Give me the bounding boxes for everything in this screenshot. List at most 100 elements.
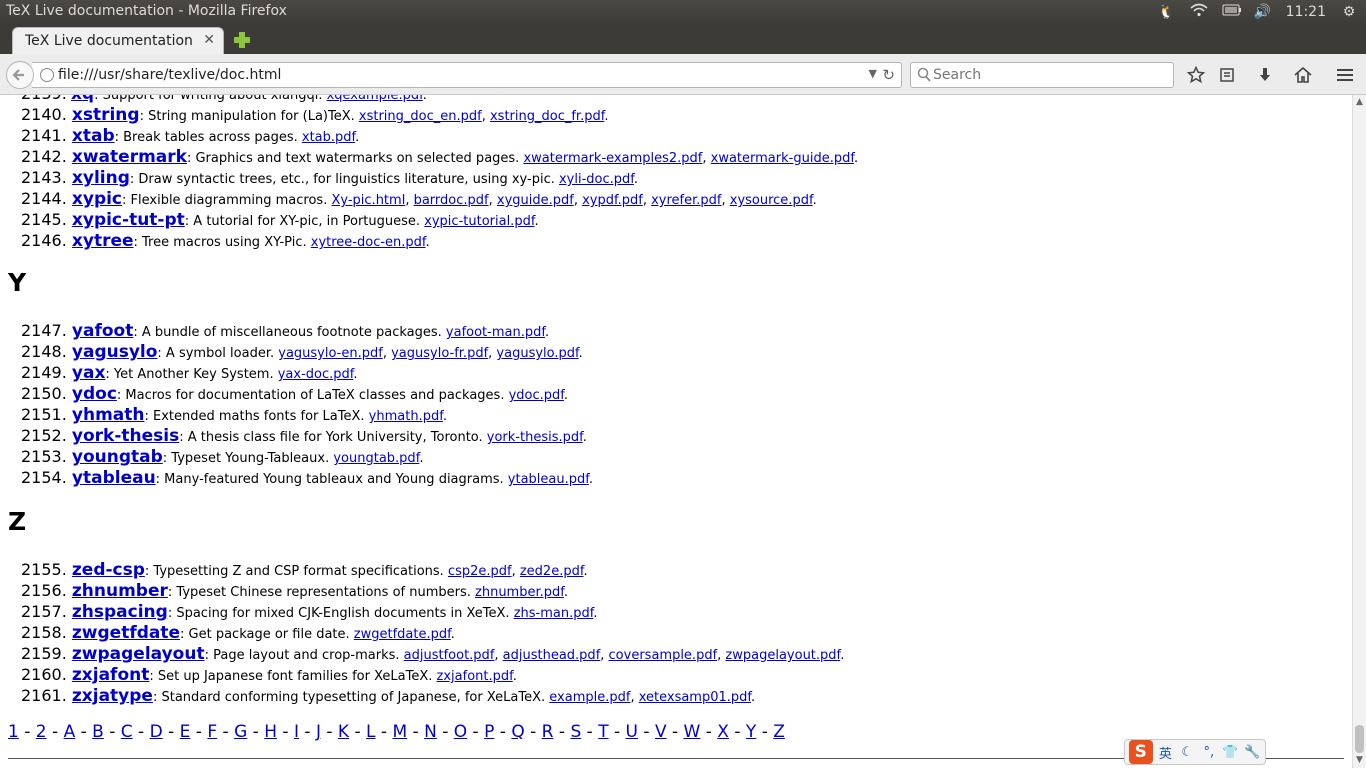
doc-link[interactable]: yagusylo-en.pdf: [278, 346, 383, 361]
letter-nav-link[interactable]: C: [121, 722, 133, 742]
package-link[interactable]: zhspacing: [72, 602, 168, 622]
letter-nav-link[interactable]: T: [598, 722, 608, 742]
letter-nav-link[interactable]: R: [542, 722, 554, 742]
letter-nav-link[interactable]: G: [234, 722, 247, 742]
letter-nav-link[interactable]: M: [392, 722, 407, 742]
letter-nav-link[interactable]: F: [207, 722, 217, 742]
doc-link[interactable]: yax-doc.pdf: [278, 367, 354, 382]
package-link[interactable]: yax: [72, 363, 106, 383]
ime-mode-label[interactable]: 英: [1157, 743, 1175, 762]
scroll-thumb[interactable]: [1355, 725, 1364, 753]
sogou-logo-icon[interactable]: S: [1129, 740, 1153, 764]
ime-toolbar[interactable]: S 英 ☾ °, 👕 🔧: [1124, 739, 1266, 765]
doc-link[interactable]: xqexample.pdf: [327, 95, 423, 103]
reading-list-icon[interactable]: [1216, 64, 1238, 86]
letter-nav-link[interactable]: X: [717, 722, 729, 742]
package-link[interactable]: yhmath: [72, 405, 145, 425]
doc-link[interactable]: zwpagelayout.pdf: [725, 648, 840, 663]
package-link[interactable]: zwgetfdate: [72, 623, 180, 643]
doc-link[interactable]: xyli-doc.pdf: [559, 172, 634, 187]
letter-nav-link[interactable]: K: [338, 722, 349, 742]
package-link[interactable]: ytableau: [72, 468, 156, 488]
doc-link[interactable]: york-thesis.pdf: [487, 430, 583, 445]
wifi-icon[interactable]: [1190, 3, 1208, 21]
doc-link[interactable]: csp2e.pdf: [448, 564, 512, 579]
doc-link[interactable]: zxjafont.pdf: [437, 669, 513, 684]
battery-icon[interactable]: [1222, 3, 1241, 21]
letter-nav-link[interactable]: E: [180, 722, 191, 742]
new-tab-plus-icon[interactable]: [232, 30, 252, 50]
letter-nav-link[interactable]: P: [484, 722, 494, 742]
letter-nav-link[interactable]: A: [64, 722, 76, 742]
moon-icon[interactable]: ☾: [1178, 745, 1196, 760]
doc-link[interactable]: zed2e.pdf: [520, 564, 584, 579]
doc-link[interactable]: zhnumber.pdf: [475, 585, 564, 600]
bookmark-star-icon[interactable]: [1185, 64, 1207, 86]
doc-link[interactable]: yagusylo.pdf: [496, 346, 578, 361]
doc-link[interactable]: xetexsamp01.pdf: [639, 690, 751, 705]
package-link[interactable]: xstring: [72, 105, 140, 125]
package-link[interactable]: yagusylo: [72, 342, 158, 362]
package-link[interactable]: xytree: [72, 231, 134, 251]
doc-link[interactable]: youngtab.pdf: [333, 451, 419, 466]
punctuation-icon[interactable]: °,: [1200, 745, 1218, 760]
letter-nav-link[interactable]: O: [454, 722, 467, 742]
doc-link[interactable]: xwatermark-examples2.pdf: [523, 151, 702, 166]
letter-nav-link[interactable]: L: [366, 722, 375, 742]
doc-link[interactable]: zhs-man.pdf: [514, 606, 594, 621]
package-link[interactable]: xypic: [72, 189, 122, 209]
doc-link[interactable]: xstring_doc_fr.pdf: [490, 109, 604, 124]
letter-nav-link[interactable]: Y: [746, 722, 756, 742]
reload-icon[interactable]: ↻: [882, 66, 895, 84]
doc-link[interactable]: yafoot-man.pdf: [446, 325, 545, 340]
doc-link[interactable]: xytree-doc-en.pdf: [311, 235, 426, 250]
doc-link[interactable]: adjusthead.pdf: [503, 648, 601, 663]
package-link[interactable]: xq: [71, 95, 94, 104]
gear-icon[interactable]: ⚙: [1340, 3, 1358, 21]
dropdown-arrow-icon[interactable]: ▼: [869, 67, 877, 80]
doc-link[interactable]: Xy-pic.html: [331, 193, 405, 208]
scroll-down-arrow-icon[interactable]: ▼: [1356, 755, 1363, 765]
close-icon[interactable]: ✕: [203, 32, 215, 48]
letter-nav-link[interactable]: W: [684, 722, 701, 742]
doc-link[interactable]: ydoc.pdf: [509, 388, 564, 403]
doc-link[interactable]: coversample.pdf: [609, 648, 718, 663]
letter-nav-link[interactable]: Z: [773, 722, 785, 742]
doc-link[interactable]: xstring_doc_en.pdf: [359, 109, 482, 124]
shirt-icon[interactable]: 👕: [1222, 745, 1240, 760]
back-button[interactable]: [6, 61, 34, 89]
letter-nav-link[interactable]: S: [570, 722, 581, 742]
package-link[interactable]: xypic-tut-pt: [72, 210, 185, 230]
wrench-icon[interactable]: 🔧: [1243, 745, 1261, 760]
doc-link[interactable]: xypdf.pdf: [582, 193, 643, 208]
letter-nav-link[interactable]: V: [655, 722, 667, 742]
doc-link[interactable]: example.pdf: [549, 690, 630, 705]
package-link[interactable]: youngtab: [72, 447, 163, 467]
doc-link[interactable]: yhmath.pdf: [369, 409, 443, 424]
doc-link[interactable]: ytableau.pdf: [508, 472, 589, 487]
download-icon[interactable]: [1254, 64, 1276, 86]
package-link[interactable]: zxjafont: [72, 665, 149, 685]
menu-icon[interactable]: [1334, 64, 1356, 86]
search-input[interactable]: [933, 66, 1163, 84]
letter-nav-link[interactable]: 1: [8, 722, 19, 742]
url-bar[interactable]: file:///usr/share/texlive/doc.html ▼ ↻: [32, 62, 902, 88]
url-text[interactable]: file:///usr/share/texlive/doc.html: [58, 67, 281, 83]
letter-nav-link[interactable]: U: [626, 722, 638, 742]
tux-icon[interactable]: 🐧: [1158, 3, 1176, 21]
package-link[interactable]: zhnumber: [72, 581, 168, 601]
package-link[interactable]: yafoot: [72, 321, 133, 341]
letter-nav-link[interactable]: H: [264, 722, 277, 742]
clock[interactable]: 11:21: [1286, 4, 1326, 20]
home-icon[interactable]: [1292, 64, 1314, 86]
doc-link[interactable]: yagusylo-fr.pdf: [391, 346, 488, 361]
package-link[interactable]: xwatermark: [72, 147, 187, 167]
letter-nav-link[interactable]: D: [150, 722, 163, 742]
scroll-up-arrow-icon[interactable]: ▲: [1356, 97, 1363, 107]
doc-link[interactable]: barrdoc.pdf: [414, 193, 489, 208]
letter-nav-link[interactable]: B: [92, 722, 104, 742]
doc-link[interactable]: xtab.pdf: [302, 130, 355, 145]
doc-link[interactable]: xwatermark-guide.pdf: [711, 151, 854, 166]
package-link[interactable]: york-thesis: [72, 426, 179, 446]
vertical-scrollbar[interactable]: ▲ ▼: [1352, 95, 1366, 768]
